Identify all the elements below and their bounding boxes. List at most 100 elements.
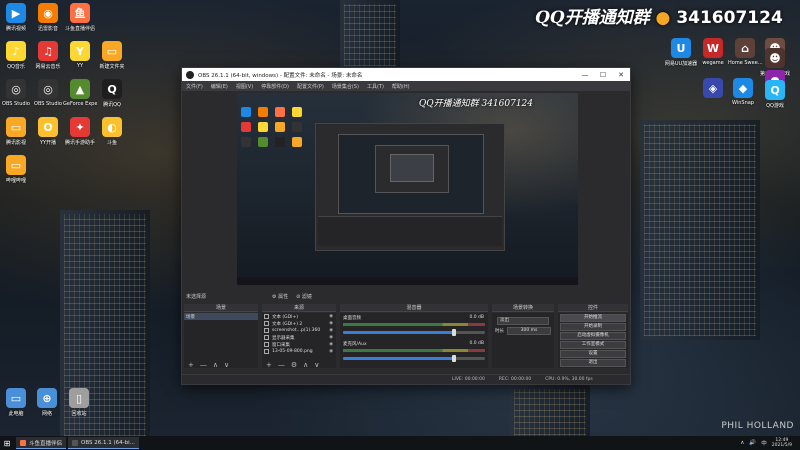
desktop-icon[interactable]: Q 腾讯QQ — [95, 79, 129, 108]
desktop-icon-label: OBS Studio — [2, 101, 30, 107]
desktop: QQ开播通知群 ● 341607124 ▶ 腾讯视频 ◉ 迅雷影音鱼斗鱼直播伴侣 ♪ QQ… — [0, 0, 800, 436]
desktop-icon[interactable]: ▭ 腾讯影视 — [0, 117, 33, 146]
desktop-icon-label: YY — [76, 63, 84, 69]
source-type-icon — [264, 342, 269, 347]
menu-item[interactable]: 编辑(E) — [211, 83, 228, 90]
preview-taskbar — [237, 277, 578, 285]
control-button[interactable]: 工作室模式 — [560, 341, 626, 349]
control-button[interactable]: 开始推流 — [560, 314, 626, 322]
minimize-button[interactable]: — — [576, 71, 594, 79]
desktop-icon[interactable]: ▶ 腾讯视频 — [0, 3, 33, 32]
desktop-icon[interactable]: ⌂ Home Swee... — [728, 38, 762, 66]
volume-fader-knob[interactable] — [451, 355, 456, 362]
desktop-icon[interactable]: ◎ OBS Studio — [0, 79, 33, 107]
visibility-eye-icon[interactable]: ◉ — [329, 349, 333, 354]
scene-toolbar-button[interactable]: + — [188, 361, 194, 369]
desktop-icon[interactable]: ♫ 网易云音乐 — [31, 41, 65, 70]
desktop-icon[interactable]: U 网易UU加速器 — [664, 38, 698, 67]
desktop-icon-label: OBS Studio — [34, 101, 62, 107]
desktop-icon[interactable]: ◆ WinSnap — [726, 78, 760, 106]
desktop-icon[interactable]: ▭ 此电脑 — [0, 388, 33, 417]
desktop-app-icon: ◐ — [102, 117, 122, 137]
visibility-eye-icon[interactable]: ◉ — [329, 328, 333, 333]
source-item[interactable]: 窗口采集 ◉ — [262, 341, 336, 348]
transition-type-select[interactable]: 淡出 — [497, 317, 549, 325]
visibility-eye-icon[interactable]: ◉ — [329, 335, 333, 340]
filters-button[interactable]: ⊘ 滤镜 — [296, 293, 312, 300]
source-item[interactable]: 文本 (GDI+) 2 ◉ — [262, 320, 336, 327]
desktop-app-icon: Q — [102, 79, 122, 99]
volume-fader-knob[interactable] — [451, 329, 456, 336]
source-toolbar-button[interactable]: + — [266, 361, 272, 369]
tray-expand-icon[interactable]: ∧ — [740, 440, 744, 446]
desktop-icon[interactable]: ▲ GeForce Experience — [63, 79, 97, 107]
maximize-button[interactable]: ☐ — [594, 71, 612, 79]
menu-item[interactable]: 视图(V) — [236, 83, 253, 90]
scene-toolbar-button[interactable]: ∨ — [224, 361, 229, 369]
taskbar-app[interactable]: 斗鱼直播伴侣 — [16, 437, 67, 449]
taskbar-app[interactable]: OBS 26.1.1 (64-bi... — [68, 437, 139, 449]
menu-item[interactable]: 停靠部件(D) — [261, 83, 289, 90]
desktop-icon[interactable]: Y YY — [63, 41, 97, 69]
desktop-icon[interactable]: ◐ 斗鱼 — [95, 117, 129, 146]
desktop-icon[interactable]: ▭ 新建文件夹 — [95, 41, 129, 70]
source-item[interactable]: 文本 (GDI+) ◉ — [262, 313, 336, 320]
control-button[interactable]: 开始录制 — [560, 323, 626, 331]
desktop-app-icon: ◆ — [733, 78, 753, 98]
visibility-eye-icon[interactable]: ◉ — [329, 342, 333, 347]
obs-window[interactable]: OBS 26.1.1 (64-bit, windows) - 配置文件: 未命名… — [181, 67, 631, 385]
source-item[interactable]: 13-05-09-800.png ◉ — [262, 348, 336, 355]
source-toolbar-button[interactable]: — — [278, 361, 285, 369]
menu-item[interactable]: 帮助(H) — [392, 83, 410, 90]
desktop-app-icon: ▭ — [102, 41, 122, 61]
desktop-icon[interactable]: O YY开播 — [31, 117, 65, 146]
desktop-icon[interactable]: ◉ 迅雷影音 — [31, 3, 65, 32]
building-decoration — [510, 385, 590, 436]
desktop-icon[interactable]: ♪ QQ音乐 — [0, 41, 33, 70]
ime-icon[interactable]: 中 — [761, 439, 767, 447]
duration-input[interactable]: 300 ms — [507, 327, 551, 335]
menu-item[interactable]: 文件(F) — [186, 83, 203, 90]
volume-fader[interactable] — [343, 355, 485, 362]
desktop-icon[interactable]: ✦ 腾讯手游助手 — [63, 117, 97, 146]
start-button[interactable]: ⊞ — [0, 439, 14, 448]
desktop-icon[interactable]: Wwegame — [696, 38, 730, 66]
desktop-icon[interactable]: Q QQ游戏 — [758, 80, 792, 109]
menu-item[interactable]: 配置文件(P) — [297, 83, 324, 90]
scene-toolbar-button[interactable]: ∧ — [213, 361, 218, 369]
transitions-panel: 淡出 时长 300 ms — [492, 313, 554, 368]
properties-button[interactable]: ⚙ 属性 — [272, 293, 288, 300]
desktop-icon[interactable]: ⊕ 网络 — [30, 388, 64, 417]
source-toolbar-button[interactable]: ⚙ — [291, 361, 297, 369]
close-button[interactable]: ✕ — [612, 71, 630, 79]
volume-icon[interactable]: 🔊 — [749, 440, 756, 446]
control-button[interactable]: 启动虚拟摄像机 — [560, 332, 626, 340]
control-button[interactable]: 设置 — [560, 350, 626, 358]
source-item[interactable]: 显示器采集 ◉ — [262, 334, 336, 341]
no-source-selected-label: 未选择源 — [186, 293, 207, 300]
scene-item[interactable]: 场景 — [184, 313, 258, 320]
desktop-icon[interactable]: ▭ 哔哩哔哩 — [0, 155, 33, 184]
visibility-eye-icon[interactable]: ◉ — [329, 321, 333, 326]
source-item[interactable]: screenshot...p(1).360 ◉ — [262, 327, 336, 334]
obs-preview[interactable]: QQ开播通知群 341607124 — [237, 93, 578, 285]
desktop-icon[interactable]: ◈ — [696, 78, 730, 100]
volume-fader[interactable] — [343, 329, 485, 336]
source-item-label: 文本 (GDI+) — [272, 314, 298, 320]
desktop-icon[interactable]: ◎ OBS Studio — [31, 79, 65, 107]
visibility-eye-icon[interactable]: ◉ — [329, 314, 333, 319]
desktop-app-icon: ⌂ — [735, 38, 755, 58]
desktop-icon[interactable]: 鱼斗鱼直播伴侣 — [63, 3, 97, 32]
source-toolbar-button[interactable]: ∨ — [314, 361, 319, 369]
scene-toolbar-button[interactable]: — — [200, 361, 207, 369]
obs-titlebar[interactable]: OBS 26.1.1 (64-bit, windows) - 配置文件: 未命名… — [182, 68, 630, 81]
mixer-dock-header: 混音器 — [340, 304, 488, 312]
menu-item[interactable]: 场景集合(S) — [332, 83, 359, 90]
source-toolbar-button[interactable]: ∧ — [303, 361, 308, 369]
menu-item[interactable]: 工具(T) — [367, 83, 384, 90]
desktop-icon[interactable]: ▯ 回收站 — [62, 388, 96, 417]
desktop-icon-label: 网易云音乐 — [35, 64, 61, 70]
control-button[interactable]: 退出 — [560, 359, 626, 367]
clock[interactable]: 12:49 2021/5/9 — [772, 438, 792, 448]
desktop-icon-label: 网易UU加速器 — [664, 61, 698, 67]
